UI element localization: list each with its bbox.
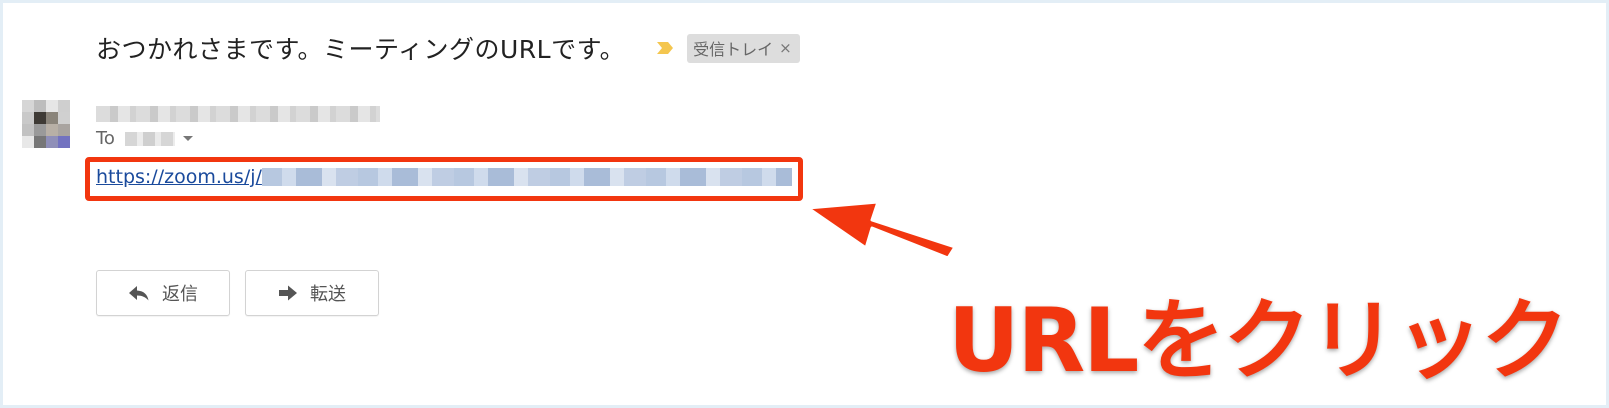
annotation-label: URLをクリック	[946, 287, 1571, 394]
